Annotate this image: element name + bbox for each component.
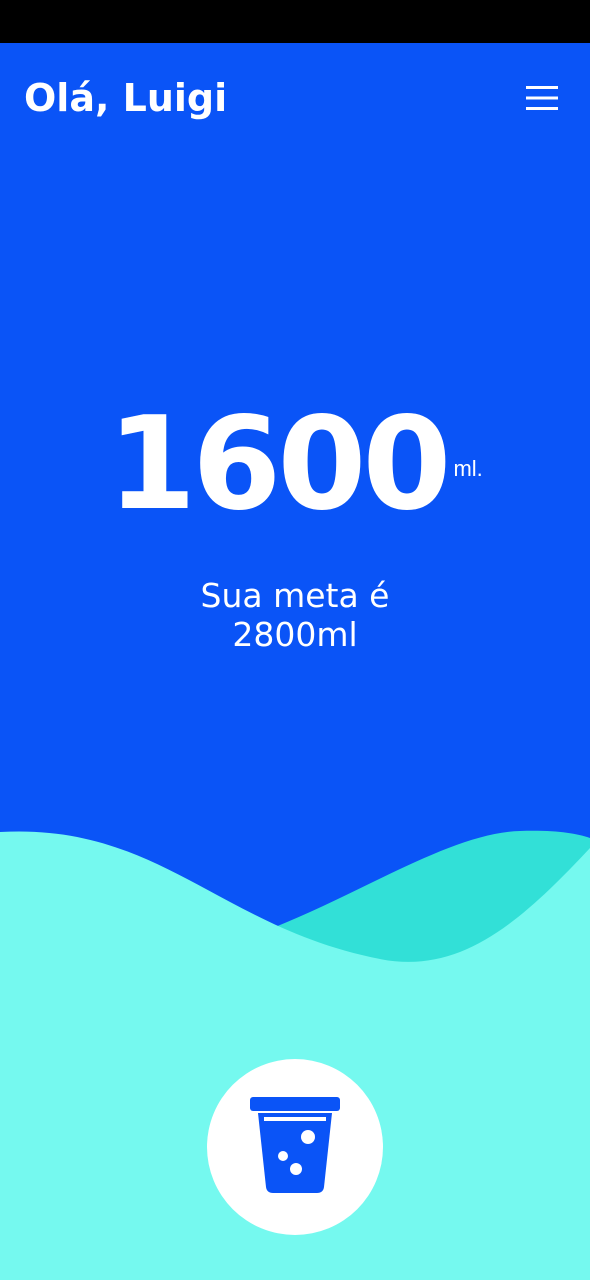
water-glass-icon [250,1097,340,1193]
app-screen: Olá, Luigi 1600 ml. Sua meta é 2800ml [0,43,590,1280]
add-water-button[interactable] [207,1059,383,1235]
status-bar [0,0,590,43]
